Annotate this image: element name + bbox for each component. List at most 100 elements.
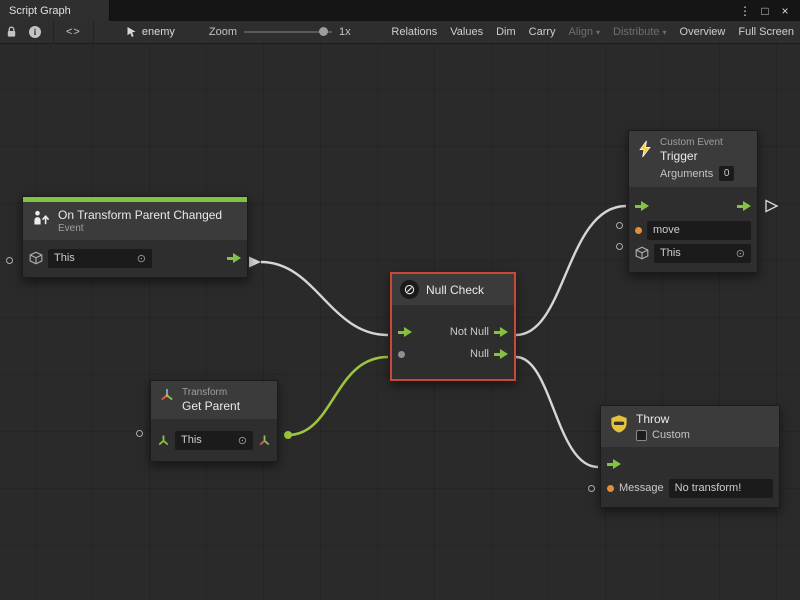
align-label: Align xyxy=(569,26,593,38)
close-icon[interactable]: × xyxy=(778,4,792,18)
graph-canvas[interactable]: On Transform Parent Changed Event This ⊙ xyxy=(0,44,800,600)
node-category: Custom Event xyxy=(660,137,734,148)
distribute-label: Distribute xyxy=(613,26,659,38)
wire-notnull-to-trigger[interactable] xyxy=(516,206,626,335)
graph-name: enemy xyxy=(142,26,175,38)
kebab-menu-icon[interactable]: ⋮ xyxy=(738,4,752,18)
node-title: Throw xyxy=(636,412,690,426)
outer-port-trigger-name[interactable] xyxy=(616,222,623,229)
transform-icon xyxy=(159,387,175,403)
overview-button[interactable]: Overview xyxy=(680,26,726,38)
event-name-field[interactable]: move xyxy=(647,221,751,240)
toolbar-divider xyxy=(93,21,94,44)
node-trigger-custom-event[interactable]: Custom Event Trigger Arguments 0 xyxy=(628,130,758,273)
dim-button[interactable]: Dim xyxy=(496,26,516,38)
node-header[interactable]: On Transform Parent Changed Event xyxy=(23,202,247,240)
toolbar-divider xyxy=(53,21,54,44)
this-dropdown[interactable]: This ⊙ xyxy=(48,249,152,268)
event-person-icon xyxy=(31,208,51,228)
outer-port-trigger-this[interactable] xyxy=(616,243,623,250)
node-header[interactable]: Transform Get Parent xyxy=(151,381,277,419)
this-value: This xyxy=(54,252,75,264)
null-check-icon: ⊘ xyxy=(400,280,419,299)
node-title: On Transform Parent Changed xyxy=(58,208,222,222)
node-title: Null Check xyxy=(426,283,484,297)
custom-checkbox[interactable] xyxy=(636,430,647,441)
code-view-button[interactable]: <> xyxy=(60,21,87,43)
script-graph-window: Script Graph ⋮ □ × i <> enemy Zoom xyxy=(0,0,800,600)
custom-checkbox-label: Custom xyxy=(652,429,690,441)
tab-script-graph[interactable]: Script Graph xyxy=(0,0,110,21)
lightning-icon xyxy=(637,140,653,158)
this-value: This xyxy=(181,434,202,446)
wire-getparent-to-nullcheck[interactable] xyxy=(288,357,388,435)
carry-button[interactable]: Carry xyxy=(529,26,556,38)
wire-event-to-nullcheck[interactable] xyxy=(261,262,388,335)
string-input-port[interactable] xyxy=(635,227,642,234)
flow-input-port[interactable] xyxy=(607,458,621,470)
node-throw[interactable]: Throw Custom Message No transform! xyxy=(600,405,780,508)
node-header[interactable]: Throw Custom xyxy=(601,406,779,447)
distribute-button[interactable]: Distribute ▾ xyxy=(613,26,666,38)
gameobject-cube-icon xyxy=(635,246,649,260)
not-null-output-port[interactable] xyxy=(494,326,508,338)
transform-output-port[interactable] xyxy=(258,434,271,447)
flow-output-port[interactable] xyxy=(737,200,751,212)
port-label-null: Null xyxy=(470,348,489,360)
zoom-slider-handle[interactable] xyxy=(319,27,328,36)
object-picker-icon[interactable]: ⊙ xyxy=(736,247,745,260)
gameobject-cube-icon xyxy=(29,251,43,265)
wire-null-to-throw[interactable] xyxy=(516,357,598,467)
zoom-slider[interactable] xyxy=(244,31,332,33)
maximize-icon[interactable]: □ xyxy=(758,4,772,18)
graph-reference[interactable]: enemy xyxy=(126,26,175,38)
node-header[interactable]: Custom Event Trigger Arguments 0 xyxy=(629,131,757,187)
port-label-not-null: Not Null xyxy=(450,326,489,338)
null-output-port[interactable] xyxy=(494,348,508,360)
values-button[interactable]: Values xyxy=(450,26,483,38)
outer-port-throw-message[interactable] xyxy=(588,485,595,492)
node-subtitle: Event xyxy=(58,223,222,234)
value-connector-dot[interactable] xyxy=(284,431,292,439)
chevron-down-icon: ▾ xyxy=(663,28,667,37)
zoom-label: Zoom xyxy=(209,26,237,38)
node-on-transform-parent-changed[interactable]: On Transform Parent Changed Event This ⊙ xyxy=(22,196,248,278)
this-value: This xyxy=(660,247,681,259)
zoom-value: 1x xyxy=(339,26,351,38)
tab-label: Script Graph xyxy=(9,5,71,17)
this-dropdown[interactable]: This ⊙ xyxy=(654,244,751,263)
align-button[interactable]: Align ▾ xyxy=(569,26,600,38)
node-header[interactable]: ⊘ Null Check xyxy=(392,274,514,305)
zoom-control: Zoom 1x xyxy=(209,26,351,38)
fullscreen-button[interactable]: Full Screen xyxy=(738,26,794,38)
message-label: Message xyxy=(619,482,664,494)
lock-button[interactable] xyxy=(0,21,23,43)
tab-bar: Script Graph ⋮ □ × xyxy=(0,0,800,21)
carry-triangle-icon[interactable] xyxy=(766,201,777,212)
object-picker-icon[interactable]: ⊙ xyxy=(137,252,146,265)
flow-input-port[interactable] xyxy=(398,326,412,338)
flow-connector-triangle[interactable] xyxy=(249,257,261,268)
value-input-port[interactable] xyxy=(398,351,405,358)
node-title: Trigger xyxy=(660,149,734,163)
pointer-icon xyxy=(126,26,137,38)
code-icon: <> xyxy=(66,26,81,38)
message-value: No transform! xyxy=(675,482,742,494)
info-icon: i xyxy=(29,26,41,38)
throw-shield-icon xyxy=(609,414,629,434)
info-button[interactable]: i xyxy=(23,21,47,43)
node-get-parent[interactable]: Transform Get Parent This ⊙ xyxy=(150,380,278,462)
transform-input-icon[interactable] xyxy=(157,434,170,447)
message-input-port[interactable] xyxy=(607,485,614,492)
this-dropdown[interactable]: This ⊙ xyxy=(175,431,253,450)
message-field[interactable]: No transform! xyxy=(669,479,773,498)
object-picker-icon[interactable]: ⊙ xyxy=(238,434,247,447)
arguments-count-field[interactable]: 0 xyxy=(719,166,734,181)
flow-input-port[interactable] xyxy=(635,200,649,212)
relations-button[interactable]: Relations xyxy=(391,26,437,38)
outer-port-event-this[interactable] xyxy=(6,257,13,264)
outer-port-getparent-this[interactable] xyxy=(136,430,143,437)
lock-icon xyxy=(6,26,17,38)
node-null-check[interactable]: ⊘ Null Check Not Null Null xyxy=(390,272,516,381)
flow-output-port[interactable] xyxy=(227,252,241,264)
